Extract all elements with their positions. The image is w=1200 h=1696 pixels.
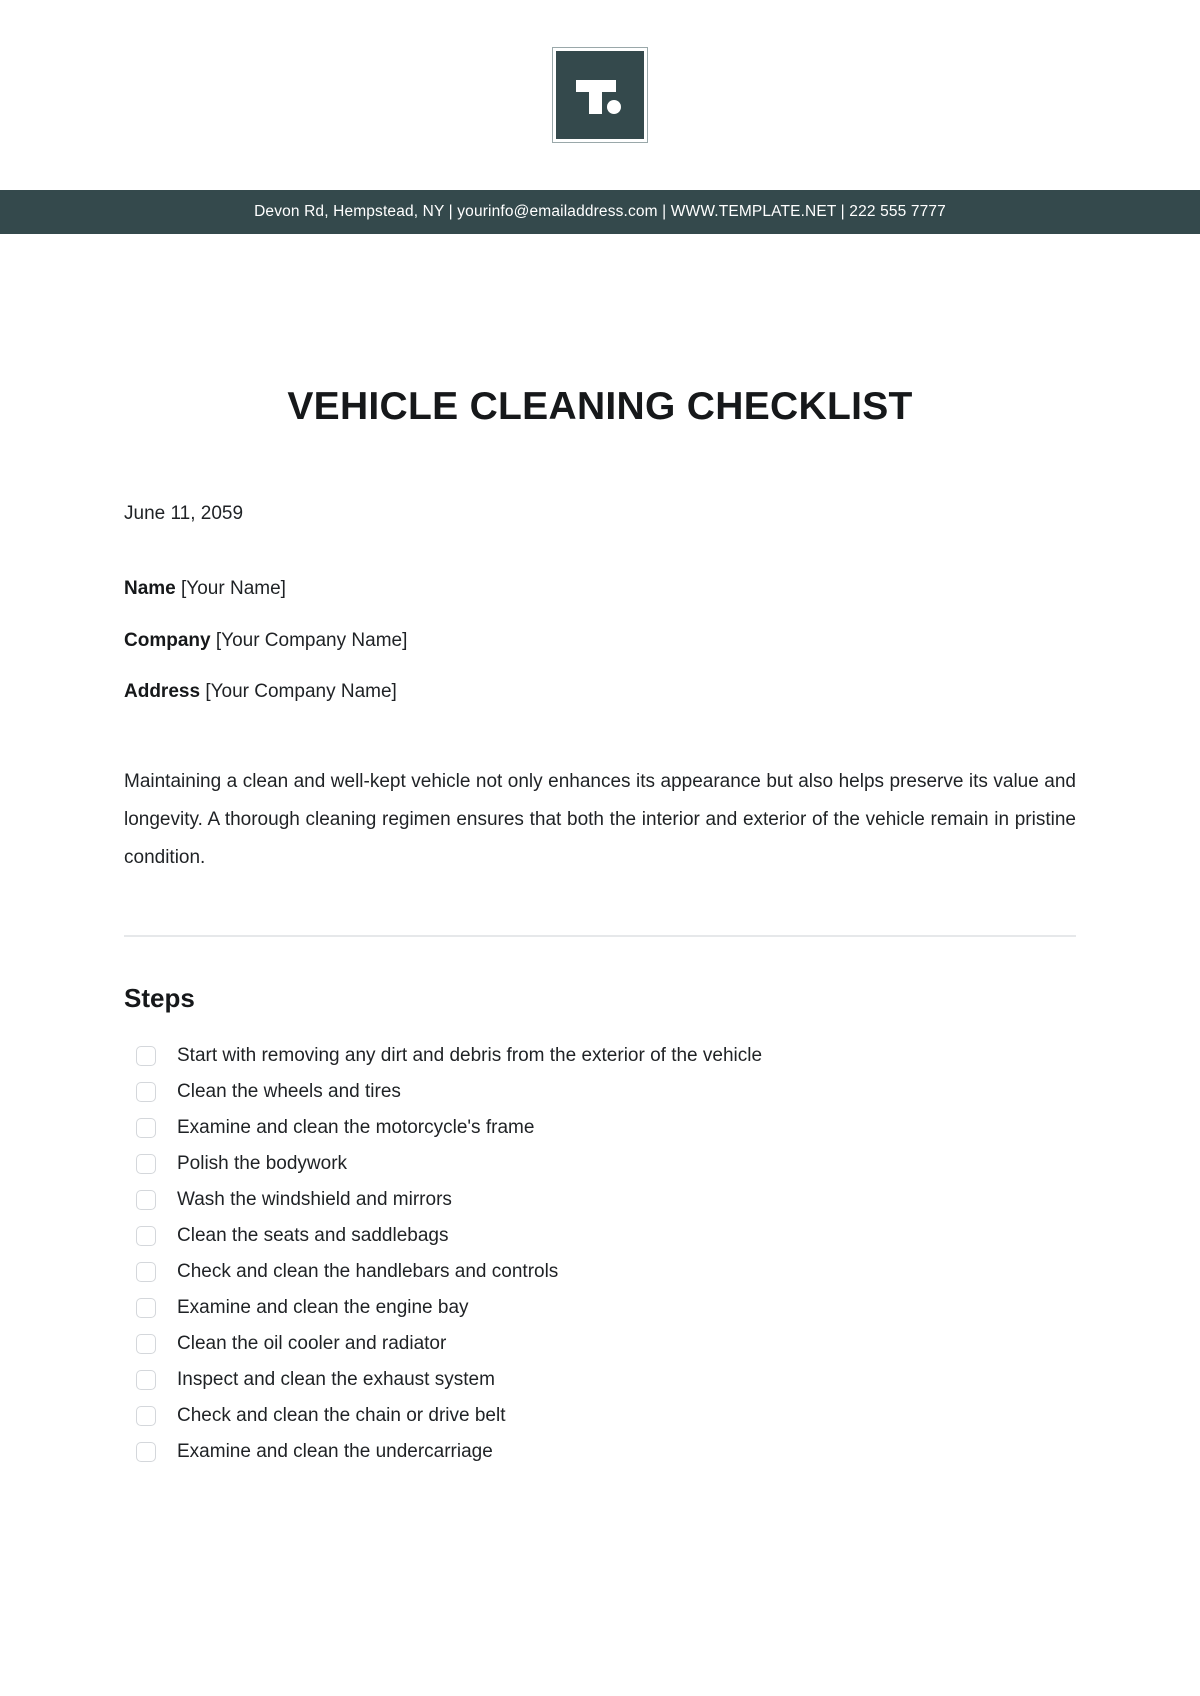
list-item-label: Check and clean the handlebars and contr… [177, 1261, 559, 1283]
field-value-address[interactable]: [Your Company Name] [205, 681, 397, 702]
checkbox-icon[interactable] [136, 1261, 156, 1282]
list-item-label: Examine and clean the motorcycle's frame [177, 1117, 535, 1139]
list-item-label: Clean the wheels and tires [177, 1081, 401, 1103]
list-item[interactable]: Wash the windshield and mirrors [136, 1182, 1076, 1218]
list-item-label: Inspect and clean the exhaust system [177, 1369, 495, 1391]
contact-bar-text: Devon Rd, Hempstead, NY | yourinfo@email… [254, 203, 946, 220]
list-item[interactable]: Start with removing any dirt and debris … [136, 1038, 1076, 1074]
list-item-label: Polish the bodywork [177, 1153, 348, 1175]
list-item[interactable]: Clean the wheels and tires [136, 1074, 1076, 1110]
field-label-company: Company [124, 629, 211, 651]
logo-period-dot [607, 100, 621, 114]
list-item-label: Clean the seats and saddlebags [177, 1225, 449, 1247]
list-item-label: Examine and clean the engine bay [177, 1297, 469, 1319]
section-divider [124, 934, 1076, 937]
checkbox-icon[interactable] [136, 1045, 156, 1066]
field-value-name[interactable]: [Your Name] [181, 578, 286, 599]
field-value-company[interactable]: [Your Company Name] [216, 630, 408, 651]
template-net-logo-icon [552, 47, 648, 143]
field-label-name: Name [124, 577, 176, 599]
list-item[interactable]: Check and clean the chain or drive belt [136, 1398, 1076, 1434]
list-item-label: Wash the windshield and mirrors [177, 1189, 452, 1211]
list-item[interactable]: Clean the oil cooler and radiator [136, 1326, 1076, 1362]
checkbox-icon[interactable] [136, 1369, 156, 1390]
checkbox-icon[interactable] [136, 1225, 156, 1246]
list-item-label: Clean the oil cooler and radiator [177, 1333, 447, 1355]
list-item[interactable]: Check and clean the handlebars and contr… [136, 1254, 1076, 1290]
list-item[interactable]: Clean the seats and saddlebags [136, 1218, 1076, 1254]
checkbox-icon[interactable] [136, 1441, 156, 1462]
steps-checklist: Start with removing any dirt and debris … [124, 1038, 1076, 1470]
intro-paragraph: Maintaining a clean and well-kept vehicl… [124, 770, 1076, 868]
contact-bar: Devon Rd, Hempstead, NY | yourinfo@email… [0, 190, 1200, 234]
checkbox-icon[interactable] [136, 1333, 156, 1354]
field-label-address: Address [124, 681, 201, 703]
field-list: Name [Your Name] Company [Your Company N… [124, 577, 1076, 705]
list-item[interactable]: Inspect and clean the exhaust system [136, 1362, 1076, 1398]
field-row-name: Name [Your Name] [124, 577, 1076, 602]
list-item-label: Check and clean the chain or drive belt [177, 1405, 506, 1427]
checkbox-icon[interactable] [136, 1117, 156, 1138]
field-row-company: Company [Your Company Name] [124, 629, 1076, 654]
document-content: VEHICLE CLEANING CHECKLIST June 11, 2059… [0, 385, 1200, 1470]
list-item[interactable]: Examine and clean the motorcycle's frame [136, 1110, 1076, 1146]
section-heading-steps: Steps [124, 982, 195, 1013]
checkbox-icon[interactable] [136, 1189, 156, 1210]
list-item-label: Start with removing any dirt and debris … [177, 1045, 763, 1067]
field-row-address: Address [Your Company Name] [124, 680, 1076, 705]
document-date: June 11, 2059 [124, 502, 244, 524]
logo-area [0, 0, 1200, 190]
logo-t-stem [589, 80, 602, 114]
document-page: Devon Rd, Hempstead, NY | yourinfo@email… [0, 0, 1200, 1696]
checkbox-icon[interactable] [136, 1405, 156, 1426]
list-item-label: Examine and clean the undercarriage [177, 1441, 493, 1463]
list-item[interactable]: Examine and clean the engine bay [136, 1290, 1076, 1326]
checkbox-icon[interactable] [136, 1153, 156, 1174]
list-item[interactable]: Examine and clean the undercarriage [136, 1434, 1076, 1470]
checkbox-icon[interactable] [136, 1297, 156, 1318]
logo-glyph [575, 70, 625, 120]
page-title: VEHICLE CLEANING CHECKLIST [287, 385, 913, 428]
checkbox-icon[interactable] [136, 1081, 156, 1102]
list-item[interactable]: Polish the bodywork [136, 1146, 1076, 1182]
